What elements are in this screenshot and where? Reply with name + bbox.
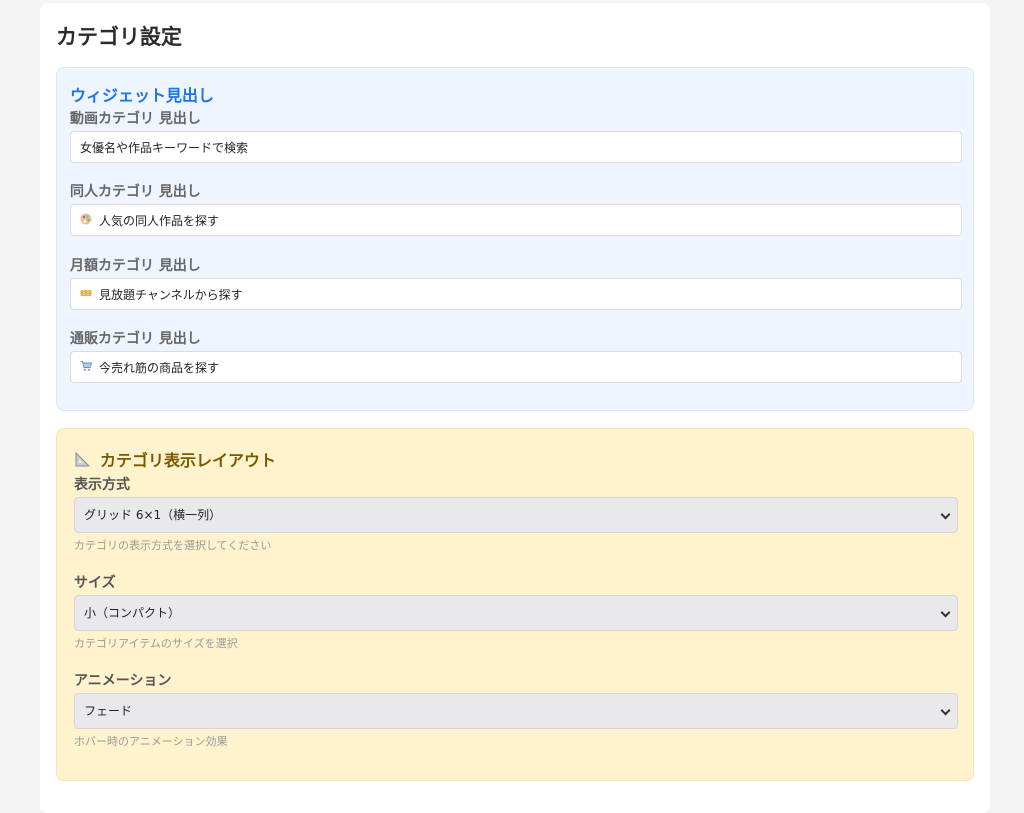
- widget-headings-panel: ウィジェット見出し 動画カテゴリ 見出し 同人カテゴリ 見出し 月額カテゴリ 見…: [56, 67, 974, 411]
- display-mode-help: カテゴリの表示方式を選択してください: [74, 539, 272, 552]
- monthly-category-heading-input[interactable]: [70, 278, 962, 310]
- chevron-down-icon: [940, 607, 951, 618]
- size-help: カテゴリアイテムのサイズを選択: [74, 637, 238, 650]
- settings-card: カテゴリ設定 ウィジェット見出し 動画カテゴリ 見出し 同人カテゴリ 見出し 月…: [40, 3, 990, 813]
- widget-headings-title: ウィジェット見出し: [70, 86, 215, 105]
- display-mode-value: グリッド 6×1（横一列）: [84, 508, 222, 522]
- doujin-category-heading-label: 同人カテゴリ 見出し: [70, 184, 201, 200]
- chevron-down-icon: [940, 705, 951, 716]
- doujin-category-heading-input[interactable]: [70, 204, 962, 236]
- page-title: カテゴリ設定: [56, 25, 182, 49]
- shopping-category-heading-label: 通販カテゴリ 見出し: [70, 331, 201, 347]
- triangle-ruler-icon: [74, 450, 92, 468]
- size-select[interactable]: 小（コンパクト）: [74, 595, 958, 631]
- video-category-heading-input[interactable]: [70, 131, 962, 163]
- animation-value: フェード: [84, 704, 133, 718]
- display-mode-label: 表示方式: [74, 477, 130, 493]
- shopping-category-heading-input[interactable]: [70, 351, 962, 383]
- category-layout-title-text: カテゴリ表示レイアウト: [100, 451, 277, 470]
- chevron-down-icon: [940, 509, 951, 520]
- display-mode-select[interactable]: グリッド 6×1（横一列）: [74, 497, 958, 533]
- size-label: サイズ: [74, 575, 116, 591]
- monthly-category-heading-label: 月額カテゴリ 見出し: [70, 258, 201, 274]
- video-category-heading-label: 動画カテゴリ 見出し: [70, 111, 201, 127]
- monthly-category-heading-field: [70, 278, 962, 310]
- category-layout-panel: カテゴリ表示レイアウト 表示方式 グリッド 6×1（横一列） カテゴリの表示方式…: [56, 428, 974, 781]
- size-value: 小（コンパクト）: [84, 606, 181, 620]
- category-layout-title: カテゴリ表示レイアウト: [74, 447, 276, 471]
- video-category-heading-field: [70, 131, 962, 163]
- animation-help: ホバー時のアニメーション効果: [74, 735, 228, 748]
- animation-label: アニメーション: [74, 673, 172, 689]
- doujin-category-heading-field: [70, 204, 962, 236]
- animation-select[interactable]: フェード: [74, 693, 958, 729]
- shopping-category-heading-field: [70, 351, 962, 383]
